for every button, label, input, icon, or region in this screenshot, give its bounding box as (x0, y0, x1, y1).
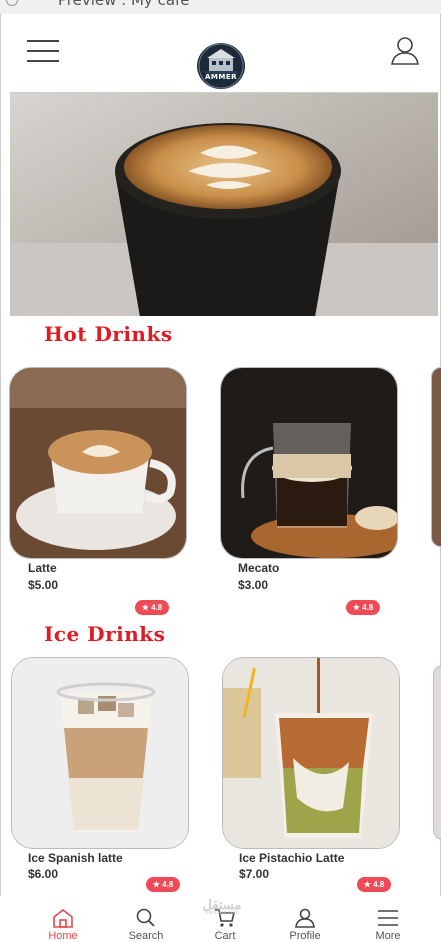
product-name: Latte (28, 561, 57, 575)
mecato-product-image[interactable] (220, 367, 398, 559)
product-price: $6.00 (28, 867, 59, 881)
cafe-building-icon (198, 43, 244, 89)
next-product-peek[interactable] (433, 665, 441, 840)
hero-banner-image (10, 92, 438, 316)
nav-search[interactable]: Search (110, 896, 182, 942)
nav-home[interactable]: Home (27, 896, 99, 942)
product-name: Ice Pistachio Latte (239, 851, 345, 865)
nav-search-label: Search (128, 930, 164, 942)
brand-logo: AMMER (197, 43, 245, 89)
product-name: Mecato (238, 561, 280, 575)
product-price: $7.00 (239, 867, 270, 881)
latte-product-image[interactable] (9, 367, 187, 559)
ice-drinks-heading: Ice Drinks (44, 622, 166, 646)
account-button[interactable] (388, 34, 422, 66)
home-icon (53, 908, 73, 928)
nav-cart-label: Cart (214, 930, 236, 942)
nav-profile[interactable]: Profile (269, 896, 341, 942)
preview-title: Preview : My cafe (58, 0, 190, 9)
ice-pistachio-latte-image[interactable] (222, 657, 400, 849)
profile-icon (295, 908, 315, 928)
nav-more-label: More (375, 930, 401, 942)
watermark: مستقل mostaql.com (192, 897, 252, 916)
ice-spanish-latte-image[interactable] (11, 657, 189, 849)
nav-profile-label: Profile (289, 930, 321, 942)
rating-badge: ★ 4.8 (357, 877, 391, 892)
preview-title-bar: Preview : My cafe (0, 0, 441, 14)
hamburger-menu-button[interactable] (27, 40, 59, 62)
logo-text: AMMER (204, 73, 238, 81)
nav-more[interactable]: More (352, 896, 424, 942)
hot-drinks-heading: Hot Drinks (44, 322, 173, 346)
product-price: $5.00 (28, 578, 59, 592)
preview-status-icon (6, 0, 18, 6)
product-price: $3.00 (238, 578, 269, 592)
next-product-peek[interactable] (431, 367, 441, 547)
user-icon (391, 37, 419, 65)
menu-icon (378, 910, 398, 926)
nav-home-label: Home (48, 930, 78, 942)
rating-badge: ★ 4.8 (135, 600, 169, 615)
product-name: Ice Spanish latte (28, 851, 123, 865)
rating-badge: ★ 4.8 (346, 600, 380, 615)
rating-badge: ★ 4.8 (146, 877, 180, 892)
search-icon (136, 908, 155, 927)
watermark-subtext: mostaql.com (204, 910, 239, 916)
